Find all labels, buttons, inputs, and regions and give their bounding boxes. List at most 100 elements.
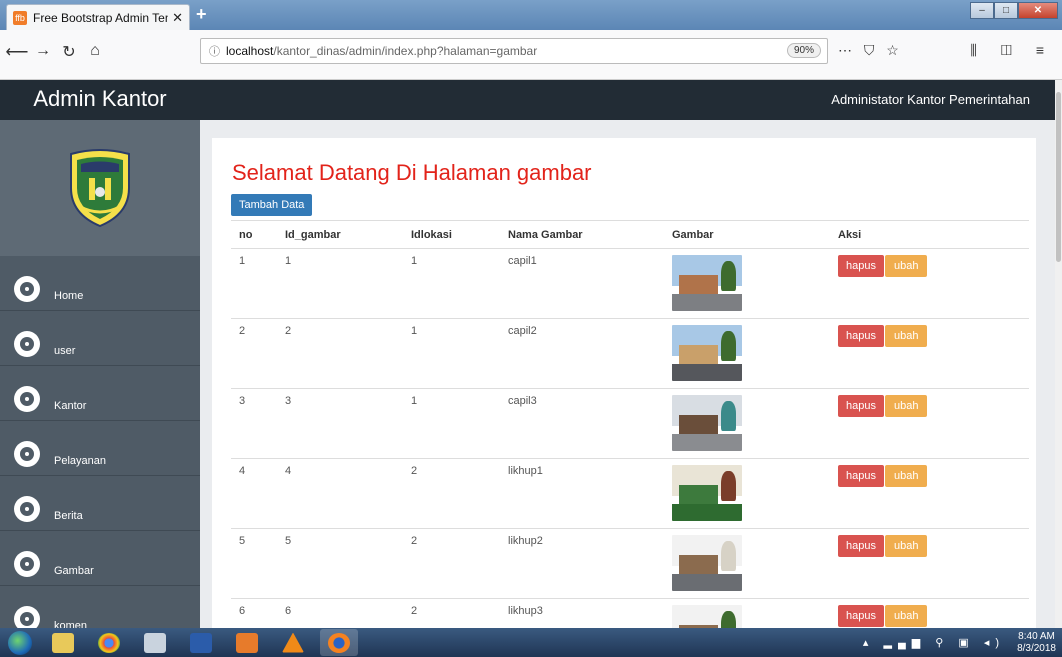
folder-icon [52,632,74,653]
cell-nama: capil1 [500,248,664,319]
table-row: 5 5 2 likhup2 hapus ubah [231,528,1029,599]
network-icon[interactable]: ▣ [958,637,974,649]
cell-no: 4 [231,458,277,529]
taskbar-firefox[interactable] [320,629,358,656]
back-icon[interactable]: ⟵ [4,42,30,62]
page-scrollbar[interactable] [1055,80,1062,628]
photo-thumbnail[interactable] [672,325,742,381]
photo-thumbnail[interactable] [672,395,742,451]
content-area: Selamat Datang Di Halaman gambar Tambah … [200,120,1062,628]
taskbar-sublime[interactable] [228,629,266,656]
delete-button[interactable]: hapus [838,465,884,487]
delete-button[interactable]: hapus [838,325,884,347]
cell-no: 5 [231,528,277,599]
browser-tab[interactable]: ffb Free Bootstrap Admin Templat ✕ [6,4,190,30]
volume-icon[interactable]: ◂) [984,637,1005,649]
photo-thumbnail[interactable] [672,465,742,521]
add-data-button[interactable]: Tambah Data [231,194,313,216]
cell-aksi: hapus ubah [830,248,1029,319]
sidebar-item-berita[interactable]: Berita [0,476,200,531]
taskbar-vlc[interactable] [274,629,312,656]
cell-nama: capil2 [500,318,664,389]
sidebar-item-user[interactable]: user [0,311,200,366]
toolbar-right: ⫼ ◫ ≡ [970,42,1054,59]
cell-nama: likhup3 [500,598,664,628]
page-actions: ⋯ ⛉ ☆ [838,42,903,59]
signal-icon[interactable]: ▂▄▆ [884,637,927,649]
cell-aksi: hapus ubah [830,388,1029,459]
edit-button[interactable]: ubah [884,325,928,347]
cell-idlokasi: 1 [403,248,500,319]
user-name[interactable]: Administator Kantor Pemerintahan [831,80,1030,120]
sidebar: Home user Kantor Pelayanan Berita Gambar… [0,120,200,628]
taskbar-app[interactable] [136,629,174,656]
delete-button[interactable]: hapus [838,535,884,557]
maximize-button[interactable]: □ [994,2,1018,19]
sidebar-item-kantor[interactable]: Kantor [0,366,200,421]
library-icon[interactable]: ⫼ [970,42,986,58]
sidebar-item-label: user [54,345,76,357]
clock[interactable]: 8:40 AM 8/3/2018 [1017,631,1056,655]
reload-icon[interactable]: ↻ [56,42,82,62]
delete-button[interactable]: hapus [838,395,884,417]
address-bar[interactable]: ⓘ localhost/kantor_dinas/admin/index.php… [200,38,828,64]
cell-no: 3 [231,388,277,459]
delete-button[interactable]: hapus [838,605,884,627]
more-actions-icon[interactable]: ⋯ [838,42,856,58]
dashboard-icon [14,276,40,302]
cell-id-gambar: 4 [277,458,403,529]
dashboard-icon [14,496,40,522]
page-title: Selamat Datang Di Halaman gambar [232,160,592,185]
edit-button[interactable]: ubah [884,255,928,277]
sidebar-item-label: komen [54,620,88,628]
window-icon [144,632,166,653]
cell-nama: capil3 [500,388,664,459]
cell-gambar [664,248,830,319]
sidebar-item-komen[interactable]: komen [0,586,200,628]
sidebar-item-label: Pelayanan [54,455,106,467]
column-header: no [231,220,277,249]
sidebar-item-gambar[interactable]: Gambar [0,531,200,586]
bookmark-star-icon[interactable]: ☆ [886,42,903,58]
close-window-button[interactable]: ✕ [1018,2,1058,19]
dashboard-icon [14,551,40,577]
edit-button[interactable]: ubah [884,605,928,627]
tray-up-arrow-icon[interactable]: ▴ [863,637,875,649]
pocket-icon[interactable]: ⛉ [864,42,879,58]
column-header: Nama Gambar [500,220,664,249]
gambar-table: no Id_gambar Idlokasi Nama Gambar Gambar… [231,220,1029,628]
delete-button[interactable]: hapus [838,255,884,277]
taskbar-explorer[interactable] [44,629,82,656]
zoom-level[interactable]: 90% [786,43,821,58]
dashboard-icon [14,386,40,412]
cell-aksi: hapus ubah [830,318,1029,389]
info-icon[interactable]: ⓘ [209,43,220,59]
tab-title: Free Bootstrap Admin Templat [33,10,168,25]
start-button[interactable] [0,628,40,657]
brand-title[interactable]: Admin Kantor [0,80,200,120]
taskbar-chrome[interactable] [90,629,128,656]
search-icon[interactable]: ⚲ [935,637,949,649]
cell-id-gambar: 5 [277,528,403,599]
cell-id-gambar: 3 [277,388,403,459]
home-icon[interactable]: ⌂ [82,42,108,62]
photo-thumbnail[interactable] [672,535,742,591]
edit-button[interactable]: ubah [884,395,928,417]
minimize-button[interactable]: – [970,2,994,19]
sidebar-item-pelayanan[interactable]: Pelayanan [0,421,200,476]
tray-icons: ▴ ▂▄▆ ⚲ ▣ ◂) [863,636,1005,649]
photo-thumbnail[interactable] [672,605,742,628]
taskbar-word[interactable] [182,629,220,656]
sidebar-toggle-icon[interactable]: ◫ [1001,42,1022,58]
sidebar-item-home[interactable]: Home [0,256,200,311]
new-tab-icon[interactable]: + [196,4,207,25]
photo-thumbnail[interactable] [672,255,742,311]
cell-gambar [664,458,830,529]
menu-icon[interactable]: ≡ [1036,42,1054,58]
edit-button[interactable]: ubah [884,465,928,487]
edit-button[interactable]: ubah [884,535,928,557]
tab-close-icon[interactable]: ✕ [172,10,183,26]
forward-icon[interactable]: → [30,42,56,62]
scrollbar-thumb[interactable] [1056,92,1061,262]
cell-idlokasi: 1 [403,318,500,389]
